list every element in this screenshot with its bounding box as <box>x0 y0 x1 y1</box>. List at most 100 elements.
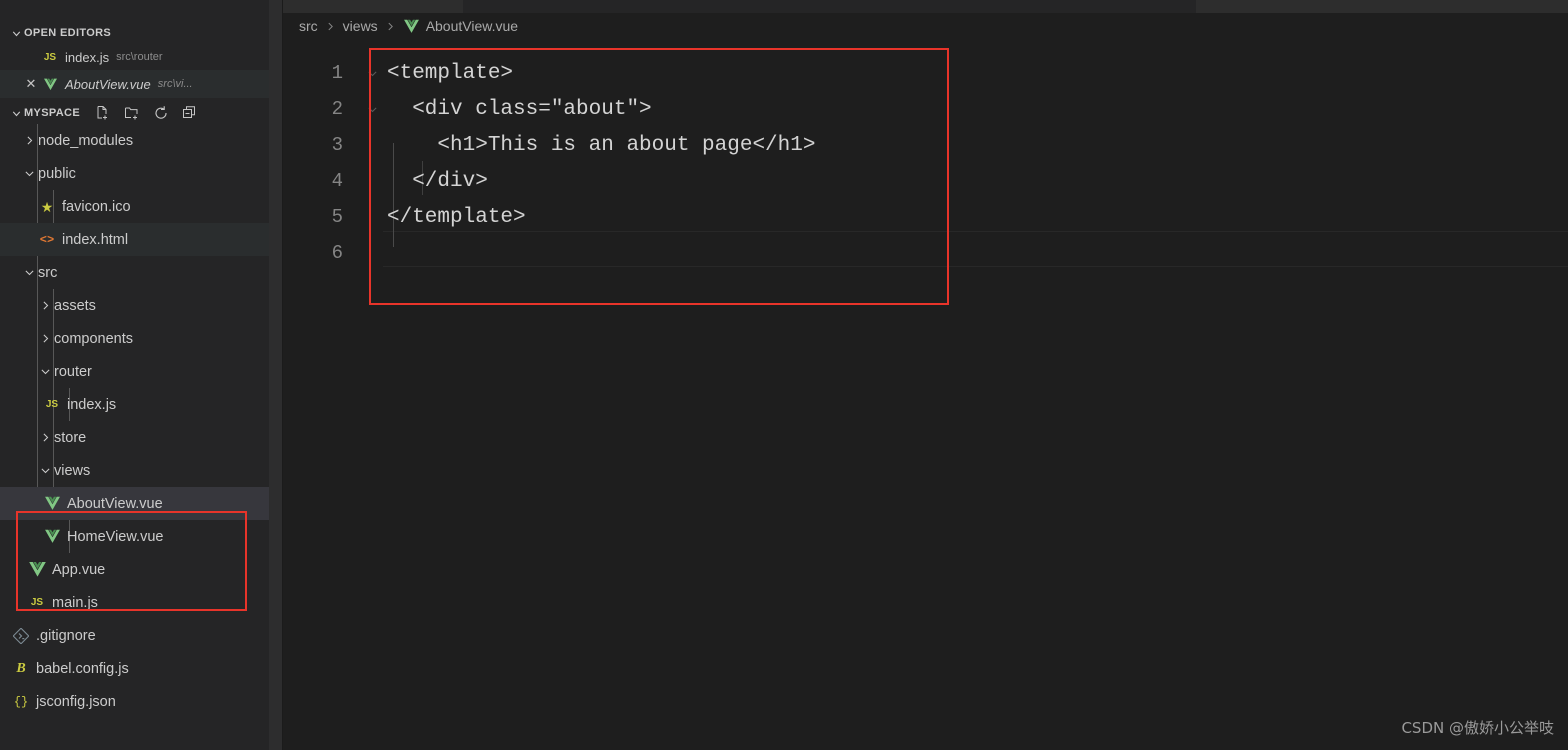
chevron-right-icon <box>37 332 54 345</box>
tab-aboutview-vue[interactable] <box>283 0 463 13</box>
line-number: 4 <box>331 170 343 192</box>
tree-item-label: index.html <box>62 231 129 248</box>
open-editors-title: OPEN EDITORS <box>24 27 112 39</box>
breadcrumb-item-src[interactable]: src <box>299 18 318 34</box>
tree-item-label: views <box>54 462 91 479</box>
vue-file-icon <box>27 561 47 578</box>
tree-item-store[interactable]: store <box>0 421 283 454</box>
tree-item-views[interactable]: views <box>0 454 283 487</box>
breadcrumb: src views AboutView.vue <box>283 13 1568 39</box>
tree-item-homeview-vue[interactable]: HomeView.vue <box>0 520 283 553</box>
line-number: 3 <box>331 134 343 156</box>
breadcrumb-item-file[interactable]: AboutView.vue <box>426 18 518 34</box>
vscode-window: OPEN EDITORS JS index.js src\router ✕ Ab… <box>0 0 1568 750</box>
tree-item-components[interactable]: components <box>0 322 283 355</box>
csdn-watermark: CSDN @傲娇小公举吱 <box>1401 719 1554 737</box>
code-text: <template> <box>387 61 514 85</box>
editor-area: src views AboutView.vue 1 <template> 2 <… <box>283 0 1568 750</box>
chevron-down-icon <box>37 464 54 477</box>
code-line-2[interactable]: 2 <div class="about"> <box>283 91 1568 127</box>
code-line-5[interactable]: 5 </template> <box>283 199 1568 235</box>
code-line-6[interactable]: 6 <box>283 235 1568 271</box>
tree-item-aboutview-vue[interactable]: AboutView.vue <box>0 487 283 520</box>
chevron-down-icon[interactable] <box>361 103 383 116</box>
tree-item-jsconfig-json[interactable]: {} jsconfig.json <box>0 685 283 718</box>
tree-item-gitignore[interactable]: .gitignore <box>0 619 283 652</box>
explorer-actions <box>94 104 199 122</box>
babel-file-icon: B <box>16 660 26 676</box>
tree-item-label: main.js <box>52 594 98 611</box>
tree-item-label: jsconfig.json <box>36 693 116 710</box>
tree-item-label: index.js <box>67 396 117 413</box>
vue-file-icon <box>403 19 420 34</box>
tab-bar-right-region <box>1196 0 1568 13</box>
tree-item-label: components <box>54 330 133 347</box>
new-folder-icon[interactable] <box>123 104 141 122</box>
tree-item-label: public <box>38 165 76 182</box>
tree-item-public[interactable]: public <box>0 157 283 190</box>
open-editor-name: AboutView.vue <box>65 76 151 92</box>
open-editor-item-aboutview-vue[interactable]: ✕ AboutView.vue src\vi... <box>0 70 283 98</box>
chevron-down-icon <box>37 365 54 378</box>
tree-item-label: store <box>54 429 87 446</box>
code-editor[interactable]: 1 <template> 2 <div class="about"> 3 <h1… <box>283 55 1568 750</box>
code-line-4[interactable]: 4 </div> <box>283 163 1568 199</box>
tree-item-router[interactable]: router <box>0 355 283 388</box>
sidebar-scrollbar[interactable] <box>269 0 283 750</box>
chevron-down-icon <box>21 167 38 180</box>
tree-item-node-modules[interactable]: node_modules <box>0 124 283 157</box>
tree-item-index-html[interactable]: <> index.html <box>0 223 283 256</box>
open-editor-description: src\vi... <box>157 78 193 90</box>
open-editor-description: src\router <box>116 51 163 63</box>
vue-file-icon <box>42 529 62 544</box>
tree-item-label: AboutView.vue <box>67 495 163 512</box>
tree-item-label: src <box>38 264 58 281</box>
chevron-down-icon <box>21 266 38 279</box>
code-line-3[interactable]: 3 <h1>This is an about page</h1> <box>283 127 1568 163</box>
tree-item-index-js[interactable]: JS index.js <box>0 388 283 421</box>
line-number: 1 <box>331 62 343 84</box>
tree-item-app-vue[interactable]: App.vue <box>0 553 283 586</box>
tree-item-label: router <box>54 363 92 380</box>
json-file-icon: {} <box>13 694 29 709</box>
editor-tab-bar <box>283 0 1568 13</box>
new-file-icon[interactable] <box>94 104 112 122</box>
chevron-down-icon <box>8 25 24 41</box>
html-file-icon: <> <box>39 232 55 247</box>
chevron-right-icon <box>37 431 54 444</box>
tree-item-label: assets <box>54 297 96 314</box>
breadcrumb-item-views[interactable]: views <box>343 18 378 34</box>
explorer-section-header[interactable]: MYSPACE <box>0 102 283 124</box>
chevron-down-icon[interactable] <box>361 67 383 80</box>
code-line-1[interactable]: 1 <template> <box>283 55 1568 91</box>
chevron-right-icon <box>37 299 54 312</box>
sidebar-scrollbar-thumb[interactable] <box>269 0 283 750</box>
refresh-icon[interactable] <box>152 104 170 122</box>
tree-item-favicon-ico[interactable]: ★ favicon.ico <box>0 190 283 223</box>
line-number: 5 <box>331 206 343 228</box>
tree-item-assets[interactable]: assets <box>0 289 283 322</box>
open-editor-item-index-js[interactable]: JS index.js src\router <box>0 44 283 70</box>
tree-item-src[interactable]: src <box>0 256 283 289</box>
open-editor-name: index.js <box>65 49 110 65</box>
tree-item-label: App.vue <box>52 561 106 578</box>
explorer-sidebar: OPEN EDITORS JS index.js src\router ✕ Ab… <box>0 0 283 750</box>
js-file-icon: JS <box>43 51 57 63</box>
tree-item-babel-config-js[interactable]: B babel.config.js <box>0 652 283 685</box>
line-number: 2 <box>331 98 343 120</box>
vue-file-icon <box>42 496 62 511</box>
close-icon[interactable]: ✕ <box>22 76 40 92</box>
code-text: <h1>This is an about page</h1> <box>387 133 816 157</box>
code-text: </div> <box>387 169 488 193</box>
tree-item-label: favicon.ico <box>62 198 131 215</box>
git-file-icon <box>11 627 31 644</box>
line-number: 6 <box>331 242 343 264</box>
tree-item-label: node_modules <box>38 132 134 149</box>
open-editors-section-header[interactable]: OPEN EDITORS <box>0 22 283 44</box>
file-tree: node_modules public ★ favicon.ico <> ind… <box>0 124 283 718</box>
tree-item-label: babel.config.js <box>36 660 129 677</box>
js-file-icon: JS <box>30 597 44 608</box>
tree-item-main-js[interactable]: JS main.js <box>0 586 283 619</box>
chevron-right-icon <box>385 21 396 32</box>
collapse-all-icon[interactable] <box>181 104 199 122</box>
